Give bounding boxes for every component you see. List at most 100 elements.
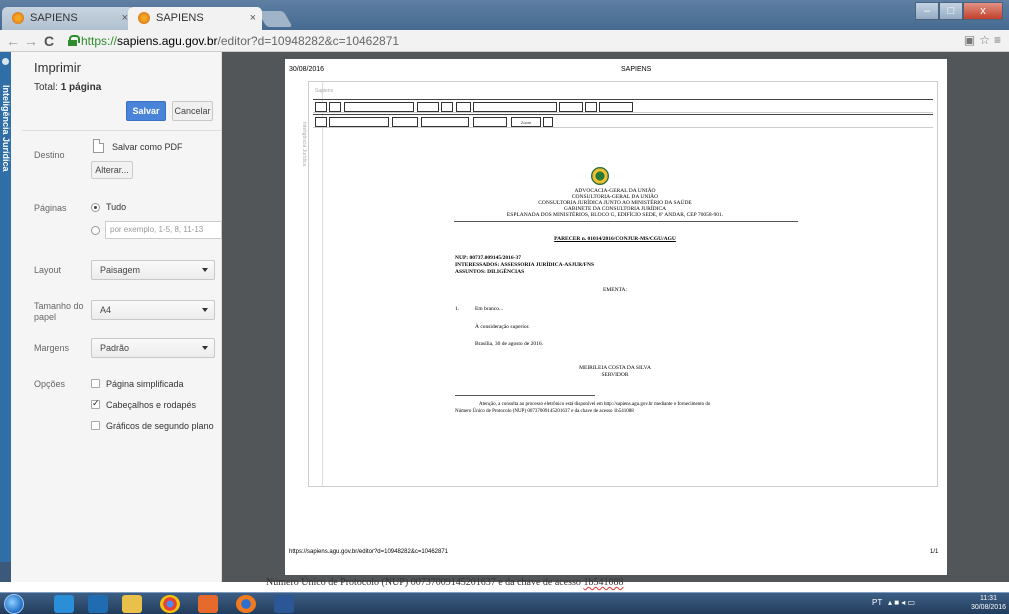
toolbar-box — [456, 102, 471, 112]
browser-toolbar: ← → C https://sapiens.agu.gov.br/editor?… — [0, 30, 1009, 52]
media-player-icon[interactable] — [88, 595, 108, 613]
date-line: Brasília, 30 de agosto de 2016. — [475, 341, 543, 347]
editor-brand: Sapiens — [315, 88, 334, 94]
minimize-button[interactable]: – — [915, 2, 939, 20]
pdf-document-icon — [93, 139, 104, 153]
toolbar-box — [473, 102, 557, 112]
editor-toolbar-row-2: Zoom — [313, 114, 933, 128]
headers-footers-label: Cabeçalhos e rodapés — [106, 400, 197, 410]
item-number: 1. — [455, 306, 460, 312]
print-total: Total: 1 página — [34, 82, 102, 93]
toolbar-box — [585, 102, 597, 112]
side-tab-label: Inteligência Jurídica — [1, 85, 11, 172]
screen: SAPIENS × SAPIENS × – □ x ← → C https://… — [0, 0, 1009, 614]
extension-icons[interactable]: ▣☆≡ — [964, 33, 1005, 47]
toolbar-box — [543, 117, 553, 127]
cancel-button[interactable]: Cancelar — [172, 101, 213, 121]
start-button[interactable] — [4, 594, 24, 614]
pages-all-label: Tudo — [106, 202, 127, 212]
office-icon[interactable] — [198, 595, 218, 613]
close-tab-icon[interactable]: × — [250, 7, 256, 29]
dropdown-arrow-icon — [202, 308, 208, 312]
side-tab[interactable]: Inteligência Jurídica — [0, 52, 11, 562]
simplified-page-label: Página simplificada — [106, 379, 184, 389]
page-footer-url: https://sapiens.agu.gov.br/editor?d=1094… — [289, 549, 449, 555]
headers-footers-checkbox[interactable] — [91, 398, 100, 409]
destination-label: Destino — [34, 150, 65, 160]
page-header-title: SAPIENS — [621, 66, 652, 73]
print-settings-panel: Imprimir Total: 1 página Salvar Cancelar… — [11, 52, 222, 582]
editor-toolbar-row-1 — [313, 99, 933, 113]
toolbar-box — [441, 102, 453, 112]
address-bar[interactable]: https://sapiens.agu.gov.br/editor?d=1094… — [81, 33, 399, 49]
toolbar-box — [421, 117, 469, 127]
word-icon[interactable] — [274, 595, 294, 613]
layout-select[interactable]: Paisagem — [91, 260, 215, 280]
pages-all-radio[interactable] — [91, 203, 100, 212]
firefox-icon[interactable] — [236, 595, 256, 613]
margins-select[interactable]: Padrão — [91, 338, 215, 358]
taskbar: PT ▴ ■ ◂ ▭ 11:31 30/08/2016 — [0, 592, 1009, 614]
background-text: Número Único de Protocolo (NUP) 00737009… — [266, 577, 624, 588]
new-tab-button[interactable] — [257, 11, 293, 27]
toolbar-box — [315, 117, 327, 127]
tab-sapiens-1[interactable]: SAPIENS × — [2, 7, 134, 30]
change-destination-button[interactable]: Alterar... — [91, 161, 133, 179]
side-tab-toggle-icon[interactable] — [2, 58, 9, 65]
paper-size-select[interactable]: A4 — [91, 300, 215, 320]
divider — [22, 130, 222, 131]
assuntos-line: ASSUNTOS: DILIGÊNCIAS — [455, 269, 525, 275]
pages-label: Páginas — [34, 203, 67, 213]
tab-sapiens-2[interactable]: SAPIENS × — [128, 7, 262, 30]
editor-capture: Inteligência Jurídica Sapiens Zoom — [301, 81, 938, 487]
sapiens-favicon-icon — [12, 12, 24, 24]
options-label: Opções — [34, 379, 66, 389]
zoom-select: Zoom — [511, 117, 541, 127]
forward-arrow-icon[interactable]: → — [24, 32, 38, 50]
interessados-line: INTERESSADOS: ASSESSORIA JURÍDICA-ASJUR/… — [455, 262, 595, 268]
internet-explorer-icon[interactable] — [54, 595, 74, 613]
maximize-button[interactable]: □ — [939, 2, 963, 20]
lock-icon — [68, 35, 80, 46]
sapiens-favicon-icon — [138, 12, 150, 24]
toolbar-box — [599, 102, 633, 112]
dropdown-arrow-icon — [202, 346, 208, 350]
toolbar-box — [473, 117, 507, 127]
signer-name: MEIRILEIA COSTA DA SILVA — [579, 365, 651, 371]
destination-value: Salvar como PDF — [112, 142, 183, 152]
reload-icon[interactable]: C — [44, 32, 54, 50]
browser-tabstrip: SAPIENS × SAPIENS × – □ x — [0, 0, 1009, 30]
toolbar-box — [315, 102, 327, 112]
background-graphics-checkbox[interactable] — [91, 421, 100, 430]
language-indicator[interactable]: PT — [872, 598, 882, 607]
page-footer-number: 1/1 — [930, 549, 939, 555]
header-rule — [454, 221, 798, 222]
toolbar-box — [417, 102, 439, 112]
item-text: Em branco... — [475, 306, 504, 312]
preview-page: 30/08/2016 SAPIENS Inteligência Jurídica… — [285, 59, 947, 575]
toolbar-box — [392, 117, 418, 127]
file-explorer-icon[interactable] — [122, 595, 142, 613]
signer-role: SERVIDOR — [601, 372, 629, 378]
editor-vertical-label: Inteligência Jurídica — [301, 122, 307, 167]
ementa-label: EMENTA: — [602, 287, 627, 293]
back-arrow-icon[interactable]: ← — [6, 32, 20, 50]
page-header-date: 30/08/2016 — [289, 66, 325, 73]
pages-custom-input[interactable]: por exemplo, 1-5, 8, 11-13 — [105, 221, 222, 239]
chrome-icon[interactable] — [160, 595, 180, 613]
save-button[interactable]: Salvar — [126, 101, 166, 121]
layout-label: Layout — [34, 265, 62, 275]
pages-custom-radio[interactable] — [91, 226, 100, 235]
margins-label: Margens — [34, 343, 70, 353]
dropdown-arrow-icon — [202, 268, 208, 272]
tray-icons[interactable]: ▴ ■ ◂ ▭ — [888, 598, 915, 607]
simplified-page-checkbox[interactable] — [91, 379, 100, 388]
clock[interactable]: 11:31 30/08/2016 — [971, 594, 1006, 612]
parecer-title: PARECER n. 01014/2016/CONJUR-MS/CGU/AGU — [554, 236, 676, 242]
toolbar-box — [329, 117, 389, 127]
background-graphics-label: Gráficos de segundo plano — [106, 421, 214, 431]
close-window-button[interactable]: x — [963, 2, 1003, 20]
toolbar-box — [329, 102, 341, 112]
print-preview-area[interactable]: 30/08/2016 SAPIENS Inteligência Jurídica… — [222, 52, 1009, 582]
toolbar-box — [344, 102, 414, 112]
